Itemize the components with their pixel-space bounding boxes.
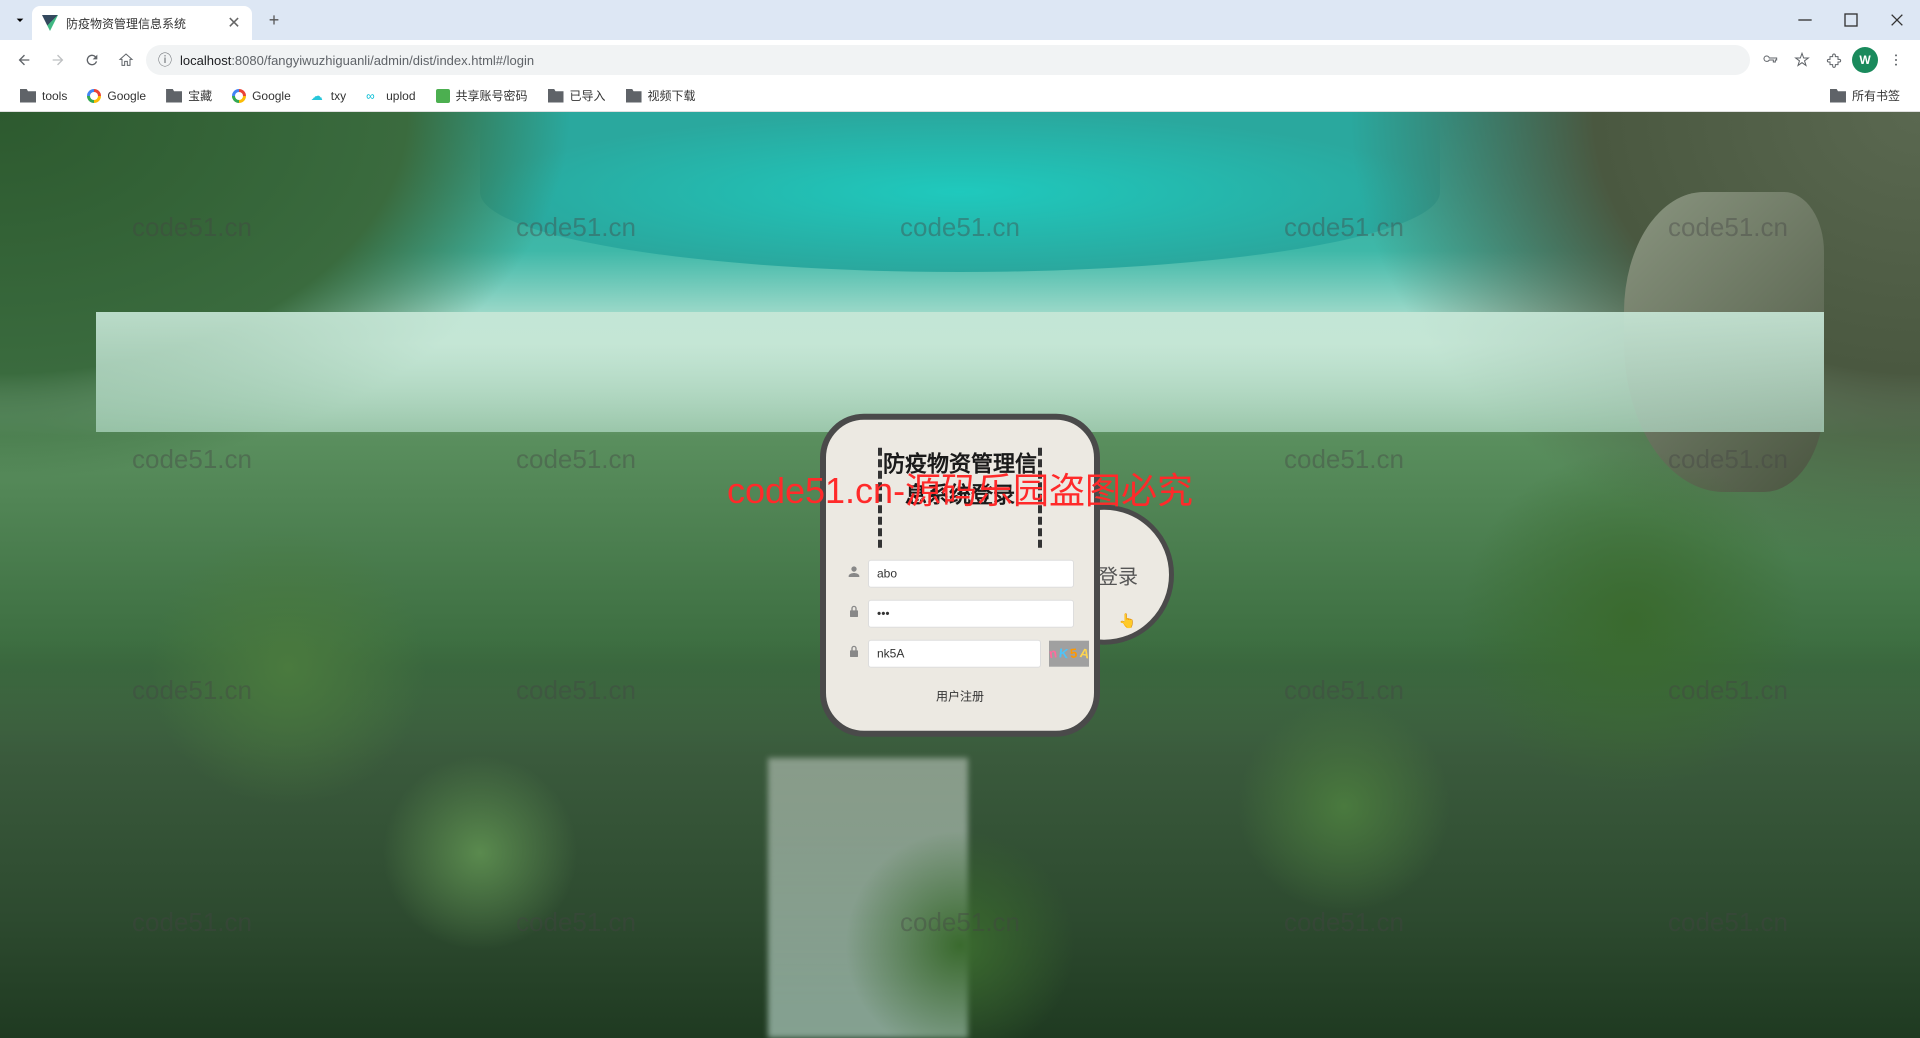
page-content: code51.cncode51.cncode51.cncode51.cncode… [0,112,1920,1038]
profile-avatar-button[interactable]: W [1852,47,1878,73]
tab-title: 防疫物资管理信息系统 [66,15,218,32]
reload-icon [84,52,100,68]
close-icon [1889,12,1905,28]
arrow-right-icon [50,52,66,68]
bookmark-shared-pwd[interactable]: 共享账号密码 [428,83,536,108]
captcha-image[interactable]: n K 5 A [1049,640,1089,666]
bookmark-txy[interactable]: ☁txy [303,85,354,107]
chrome-menu-button[interactable] [1882,46,1910,74]
bookmark-tools[interactable]: tools [12,85,75,107]
password-input[interactable] [868,599,1074,627]
vue-favicon-icon [42,15,58,31]
folder-icon [548,89,564,103]
cloud-icon: ☁ [311,89,325,103]
maximize-button[interactable] [1828,0,1874,40]
user-icon [846,564,860,583]
login-card: 登录 👆 防疫物资管理信息系统登录 [820,414,1100,737]
captcha-input[interactable] [868,639,1041,667]
bookmark-star-button[interactable] [1788,46,1816,74]
forward-button[interactable] [44,46,72,74]
bookmark-google-2[interactable]: Google [224,85,299,107]
register-link[interactable]: 用户注册 [846,687,1074,704]
bookmark-uplod[interactable]: ∞uplod [358,85,423,107]
bookmark-imported[interactable]: 已导入 [540,83,614,108]
back-button[interactable] [10,46,38,74]
square-icon [436,89,450,103]
tab-search-dropdown[interactable] [8,8,32,32]
minimize-icon [1797,12,1813,28]
close-window-button[interactable] [1874,0,1920,40]
password-key-icon[interactable] [1756,46,1784,74]
tab-close-button[interactable]: ✕ [226,15,242,31]
lock-icon [846,604,860,623]
browser-tab[interactable]: 防疫物资管理信息系统 ✕ [32,6,252,40]
puzzle-icon [1826,52,1842,68]
folder-icon [1830,89,1846,103]
reload-button[interactable] [78,46,106,74]
decoration-dash-right [1038,448,1042,548]
site-info-icon[interactable]: ⓘ [158,50,172,70]
username-input[interactable] [868,559,1074,587]
google-icon [232,89,246,103]
folder-icon [166,89,182,103]
home-button[interactable] [112,46,140,74]
star-icon [1794,52,1810,68]
arrow-left-icon [16,52,32,68]
new-tab-button[interactable]: + [260,6,288,34]
maximize-icon [1843,12,1859,28]
address-bar: ⓘ localhost:8080/fangyiwuzhiguanli/admin… [0,40,1920,80]
bookmarks-bar: tools Google 宝藏 Google ☁txy ∞uplod 共享账号密… [0,80,1920,112]
url-input[interactable]: ⓘ localhost:8080/fangyiwuzhiguanli/admin… [146,45,1750,75]
url-text: localhost:8080/fangyiwuzhiguanli/admin/d… [180,53,534,68]
google-icon [87,89,101,103]
home-icon [118,52,134,68]
extensions-button[interactable] [1820,46,1848,74]
bookmark-baocang[interactable]: 宝藏 [158,83,220,108]
minimize-button[interactable] [1782,0,1828,40]
decoration-dash-left [878,448,882,548]
folder-icon [626,89,642,103]
login-button-label: 登录 [1098,561,1138,590]
link-icon: ∞ [366,89,380,103]
bookmark-google-1[interactable]: Google [79,85,154,107]
chevron-down-icon [12,12,28,28]
folder-icon [20,89,36,103]
bookmark-video-dl[interactable]: 视频下载 [618,83,704,108]
dots-vertical-icon [1888,52,1904,68]
tab-bar: 防疫物资管理信息系统 ✕ + [0,0,1920,40]
all-bookmarks-button[interactable]: 所有书签 [1822,83,1908,108]
lock-icon [846,644,860,663]
